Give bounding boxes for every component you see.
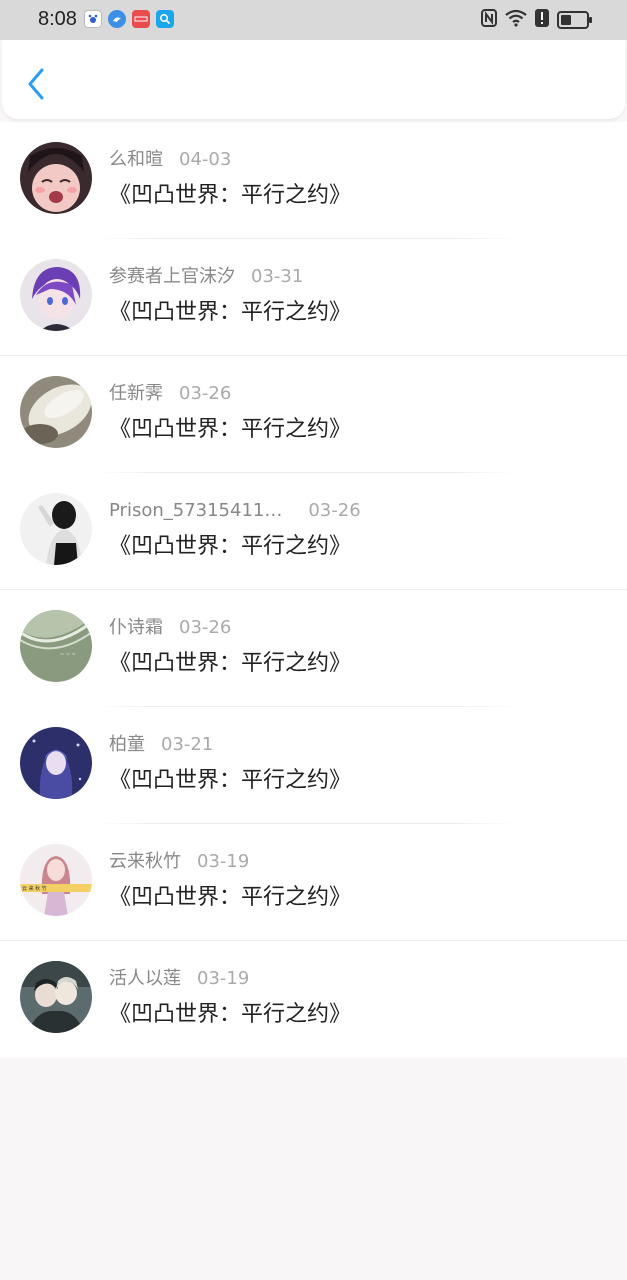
bluebird-icon xyxy=(108,10,126,28)
item-date: 04-03 xyxy=(179,149,232,170)
top-header xyxy=(2,40,625,119)
svg-text:~ ~ ~: ~ ~ ~ xyxy=(60,652,76,658)
list-item[interactable]: 参赛者上官沫汐 03-31 《凹凸世界：平行之约》 xyxy=(0,239,627,356)
work-title[interactable]: 《凹凸世界：平行之约》 xyxy=(109,1000,351,1030)
item-date: 03-26 xyxy=(179,383,232,404)
baidu-icon xyxy=(84,10,102,28)
list-item[interactable]: 云 来 秋 竹 云来秋竹 03-19 《凹凸世界：平行之约》 xyxy=(0,824,627,941)
work-title[interactable]: 《凹凸世界：平行之约》 xyxy=(109,532,351,562)
item-date: 03-31 xyxy=(251,266,304,287)
user-name[interactable]: 仆诗霜 xyxy=(109,616,163,640)
user-name[interactable]: 参赛者上官沫汐 xyxy=(109,265,235,289)
work-title[interactable]: 《凹凸世界：平行之约》 xyxy=(109,649,351,679)
item-meta: Prison_57315411… 03-26 xyxy=(109,499,361,523)
list-item[interactable]: 活人以莲 03-19 《凹凸世界：平行之约》 xyxy=(0,941,627,1058)
avatar[interactable] xyxy=(20,142,92,214)
notification-icons xyxy=(84,10,174,28)
status-bar: 8:08 xyxy=(0,0,627,40)
item-date: 03-26 xyxy=(308,500,361,521)
list-item[interactable]: 柏童 03-21 《凹凸世界：平行之约》 xyxy=(0,707,627,824)
user-name[interactable]: 任新霁 xyxy=(109,382,163,406)
reader-list: 么和暄 04-03 《凹凸世界：平行之约》 参赛者上官沫汐 03-31 《凹凸世… xyxy=(0,122,627,1058)
work-title[interactable]: 《凹凸世界：平行之约》 xyxy=(109,883,351,913)
item-date: 03-26 xyxy=(179,617,232,638)
avatar[interactable] xyxy=(20,259,92,331)
avatar[interactable] xyxy=(20,961,92,1033)
item-date: 03-19 xyxy=(197,968,250,989)
user-name[interactable]: 活人以莲 xyxy=(109,967,181,991)
search-icon xyxy=(156,10,174,28)
user-name[interactable]: Prison_57315411… xyxy=(109,499,282,523)
work-title[interactable]: 《凹凸世界：平行之约》 xyxy=(109,298,351,328)
nfc-icon xyxy=(481,9,497,31)
user-name[interactable]: 么和暄 xyxy=(109,148,163,172)
list-item[interactable]: 么和暄 04-03 《凹凸世界：平行之约》 xyxy=(0,122,627,239)
alert-icon xyxy=(535,9,549,31)
item-meta: 活人以莲 03-19 xyxy=(109,967,249,991)
work-title[interactable]: 《凹凸世界：平行之约》 xyxy=(109,181,351,211)
app-red-icon xyxy=(132,10,150,28)
work-title[interactable]: 《凹凸世界：平行之约》 xyxy=(109,766,351,796)
item-meta: 柏童 03-21 xyxy=(109,733,213,757)
user-name[interactable]: 云来秋竹 xyxy=(109,850,181,874)
battery-icon xyxy=(557,11,592,29)
item-meta: 参赛者上官沫汐 03-31 xyxy=(109,265,303,289)
avatar[interactable] xyxy=(20,376,92,448)
list-item[interactable]: ~ ~ ~ 仆诗霜 03-26 《凹凸世界：平行之约》 xyxy=(0,590,627,707)
avatar[interactable]: 云 来 秋 竹 xyxy=(20,844,92,916)
item-meta: 任新霁 03-26 xyxy=(109,382,231,406)
status-time: 8:08 xyxy=(38,8,77,30)
item-meta: 云来秋竹 03-19 xyxy=(109,850,249,874)
work-title[interactable]: 《凹凸世界：平行之约》 xyxy=(109,415,351,445)
avatar[interactable] xyxy=(20,727,92,799)
item-date: 03-21 xyxy=(161,734,214,755)
avatar[interactable]: ~ ~ ~ xyxy=(20,610,92,682)
avatar[interactable] xyxy=(20,493,92,565)
list-item[interactable]: 任新霁 03-26 《凹凸世界：平行之约》 xyxy=(0,356,627,473)
item-date: 03-19 xyxy=(197,851,250,872)
list-item[interactable]: Prison_57315411… 03-26 《凹凸世界：平行之约》 xyxy=(0,473,627,590)
back-button[interactable] xyxy=(22,66,50,102)
item-meta: 么和暄 04-03 xyxy=(109,148,231,172)
chevron-left-icon xyxy=(28,68,44,100)
status-icons xyxy=(481,9,592,31)
svg-text:云 来 秋 竹: 云 来 秋 竹 xyxy=(22,885,47,892)
wifi-icon xyxy=(505,9,527,31)
user-name[interactable]: 柏童 xyxy=(109,733,145,757)
item-meta: 仆诗霜 03-26 xyxy=(109,616,231,640)
